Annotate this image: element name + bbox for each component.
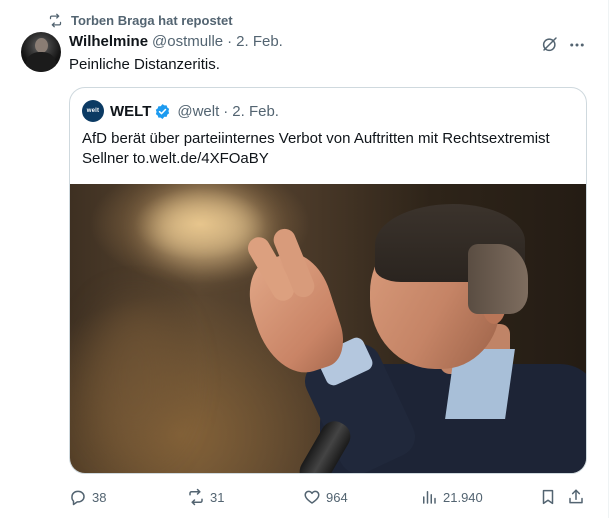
quote-author-name[interactable]: WELT bbox=[110, 103, 151, 120]
photo-hair-side bbox=[468, 244, 528, 314]
share-button[interactable] bbox=[567, 486, 585, 508]
reply-button[interactable]: 38 bbox=[69, 486, 106, 508]
avatar-head bbox=[35, 38, 48, 53]
quote-author-handle[interactable]: @welt bbox=[177, 103, 219, 120]
photo-shadow bbox=[90, 304, 180, 454]
repost-button[interactable]: 31 bbox=[187, 486, 224, 508]
like-count: 964 bbox=[326, 489, 348, 505]
quote-date[interactable]: 2. Feb. bbox=[232, 103, 279, 120]
avatar-body bbox=[26, 52, 56, 72]
share-icon bbox=[569, 489, 583, 504]
social-context[interactable]: Torben Braga hat repostet bbox=[48, 11, 233, 29]
tweet-actions: 38 31 964 21.940 bbox=[69, 486, 587, 508]
quote-text: AfD berät über parteiinternes Verbot von… bbox=[82, 130, 550, 167]
views-count: 21.940 bbox=[443, 489, 483, 505]
more-icon[interactable] bbox=[568, 36, 586, 54]
tweet-text: Peinliche Distanzeritis. bbox=[69, 56, 220, 73]
reply-count: 38 bbox=[92, 489, 107, 505]
quote-media-photo[interactable] bbox=[70, 184, 586, 473]
welt-logo[interactable]: welt bbox=[82, 100, 104, 122]
bookmark-icon bbox=[542, 489, 554, 505]
social-context-text: Torben Braga hat repostet bbox=[71, 12, 233, 28]
author-name[interactable]: Wilhelmine bbox=[69, 33, 148, 50]
grok-icon[interactable] bbox=[541, 35, 559, 53]
like-icon bbox=[304, 490, 320, 504]
quote-separator: · bbox=[223, 102, 229, 120]
like-button[interactable]: 964 bbox=[303, 486, 348, 508]
photo-light-bokeh bbox=[150, 194, 260, 264]
views-button[interactable]: 21.940 bbox=[420, 486, 483, 508]
tweet-header: Wilhelmine @ostmulle · 2. Feb. bbox=[69, 33, 283, 50]
repost-icon bbox=[49, 13, 62, 27]
repost-count: 31 bbox=[210, 489, 225, 505]
tweet-date[interactable]: 2. Feb. bbox=[236, 33, 283, 50]
author-handle[interactable]: @ostmulle bbox=[152, 33, 223, 50]
bookmark-button[interactable] bbox=[539, 486, 557, 508]
verified-icon bbox=[156, 103, 170, 119]
views-icon bbox=[423, 491, 436, 504]
repost-icon bbox=[189, 488, 203, 506]
avatar[interactable] bbox=[21, 32, 61, 72]
separator: · bbox=[227, 33, 233, 50]
quote-header: welt WELT @welt · 2. Feb. bbox=[82, 100, 279, 122]
quoted-tweet-card[interactable]: welt WELT @welt · 2. Feb. AfD berät über… bbox=[69, 87, 587, 474]
reply-icon bbox=[71, 490, 85, 506]
